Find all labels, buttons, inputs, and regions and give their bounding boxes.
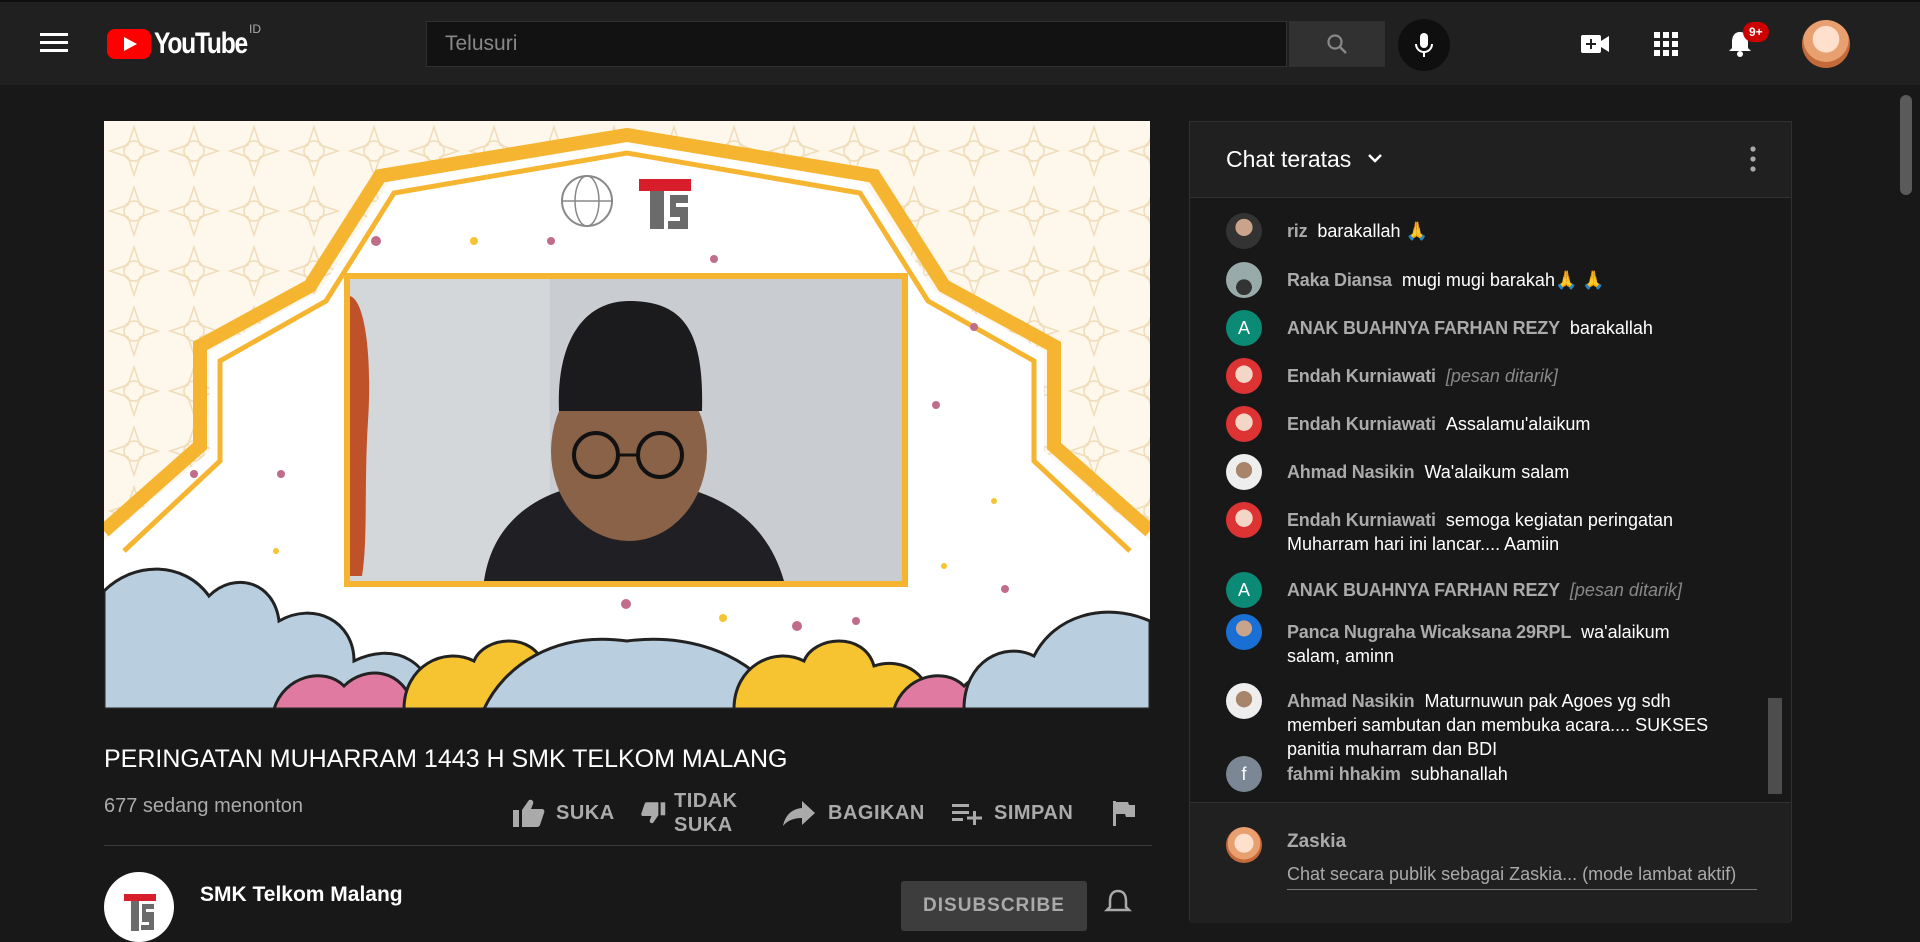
account-avatar[interactable] — [1802, 20, 1850, 68]
notification-badge: 9+ — [1743, 22, 1769, 42]
user-avatar[interactable] — [1226, 683, 1262, 719]
youtube-logo[interactable]: YouTube ID — [107, 22, 267, 60]
message-author[interactable]: Endah Kurniawati — [1287, 414, 1436, 434]
message-author[interactable]: ANAK BUAHNYA FARHAN REZY — [1287, 318, 1560, 338]
share-icon — [783, 801, 815, 826]
video-frame — [104, 121, 1150, 709]
menu-icon[interactable] — [40, 33, 68, 53]
message-text: Assalamu'alaikum — [1445, 414, 1591, 434]
user-avatar[interactable] — [1226, 454, 1262, 490]
message-text: [pesan ditarik] — [1569, 580, 1682, 600]
create-button[interactable] — [1577, 26, 1613, 62]
apps-button[interactable] — [1648, 26, 1684, 62]
share-button[interactable]: BAGIKAN — [782, 783, 925, 843]
divider — [104, 845, 1152, 846]
message-author[interactable]: Panca Nugraha Wicaksana 29RPL — [1287, 622, 1571, 642]
message-author[interactable]: riz — [1287, 221, 1308, 241]
composer-username: Zaskia — [1287, 831, 1347, 852]
message-text: [pesan ditarik] — [1445, 366, 1558, 386]
chat-input[interactable]: Chat secara publik sebagai Zaskia... (mo… — [1287, 861, 1757, 890]
logo-wordmark: YouTube — [154, 27, 248, 60]
page-scrollbar[interactable] — [1900, 95, 1912, 195]
save-button[interactable]: SIMPAN — [952, 783, 1073, 843]
message-author[interactable]: Endah Kurniawati — [1287, 510, 1436, 530]
search-input[interactable] — [427, 22, 1286, 66]
share-label: BAGIKAN — [828, 802, 925, 824]
report-button[interactable] — [1112, 783, 1136, 843]
search-icon — [1327, 34, 1347, 54]
webcam-feed — [350, 279, 902, 581]
user-avatar[interactable]: A — [1226, 310, 1262, 346]
video-camera-icon — [1581, 35, 1609, 53]
message-author[interactable]: Raka Diansa — [1287, 270, 1392, 290]
chevron-down-icon[interactable] — [1366, 149, 1384, 167]
dislike-label: TIDAK SUKA — [674, 789, 738, 837]
thumbs-down-icon — [641, 802, 666, 824]
user-avatar[interactable] — [1226, 213, 1262, 249]
message-text: mugi mugi barakah🙏 🙏 — [1401, 270, 1605, 290]
thumbs-up-icon — [513, 799, 545, 827]
message-author[interactable]: Endah Kurniawati — [1287, 366, 1436, 386]
user-avatar[interactable] — [1226, 502, 1262, 538]
playlist-add-icon — [952, 804, 982, 825]
live-chat-panel: Chat teratas riz barakallah 🙏 Raka Diansa… — [1189, 121, 1792, 923]
live-viewer-count: 677 sedang menonton — [104, 795, 304, 817]
message-text: barakallah — [1569, 318, 1653, 338]
user-avatar[interactable] — [1226, 614, 1262, 650]
message-author[interactable]: Ahmad Nasikin — [1287, 462, 1415, 482]
user-avatar[interactable]: f — [1226, 756, 1262, 792]
chat-message-list: riz barakallah 🙏 Raka Diansa mugi mugi bar… — [1190, 198, 1791, 800]
message-text: subhanallah — [1410, 764, 1508, 784]
message-text: Wa'alaikum salam — [1424, 462, 1570, 482]
chat-mode-selector[interactable]: Chat teratas — [1226, 146, 1351, 173]
chat-composer: Zaskia Chat secara publik sebagai Zaskia… — [1190, 802, 1791, 923]
channel-name[interactable]: SMK Telkom Malang — [200, 883, 403, 907]
play-logo-icon — [107, 29, 151, 59]
like-label: SUKA — [556, 802, 615, 824]
user-avatar[interactable] — [1226, 406, 1262, 442]
subscribe-button[interactable]: DISUBSCRIBE — [901, 881, 1087, 931]
masthead: YouTube ID 9+ — [0, 0, 1920, 85]
user-avatar[interactable] — [1226, 358, 1262, 394]
save-label: SIMPAN — [994, 802, 1074, 824]
more-options-icon[interactable] — [1748, 144, 1758, 174]
message-author[interactable]: Ahmad Nasikin — [1287, 691, 1415, 711]
channel-notification-button[interactable] — [1103, 888, 1133, 923]
like-button[interactable]: SUKA — [512, 783, 615, 843]
chat-scrollbar[interactable] — [1768, 698, 1782, 794]
message-author[interactable]: fahmi hhakim — [1287, 764, 1401, 784]
video-player[interactable] — [104, 121, 1150, 709]
flag-icon — [1113, 801, 1135, 826]
search-button[interactable] — [1289, 21, 1385, 67]
channel-avatar[interactable] — [104, 872, 174, 942]
search-box[interactable] — [426, 21, 1287, 67]
user-avatar[interactable] — [1226, 262, 1262, 298]
mic-icon — [1415, 33, 1433, 57]
apps-grid-icon — [1654, 32, 1678, 56]
composer-avatar — [1226, 827, 1262, 863]
message-author[interactable]: ANAK BUAHNYA FARHAN REZY — [1287, 580, 1560, 600]
school-logo-icon — [124, 894, 156, 931]
dislike-button[interactable]: TIDAK SUKA — [640, 783, 738, 843]
voice-search-button[interactable] — [1398, 19, 1450, 71]
country-code: ID — [249, 22, 261, 36]
dislike-label-line2: SUKA — [674, 814, 733, 836]
chat-header: Chat teratas — [1190, 122, 1791, 198]
dislike-label-line1: TIDAK — [674, 790, 738, 812]
user-avatar[interactable]: A — [1226, 572, 1262, 608]
video-title: PERINGATAN MUHARRAM 1443 H SMK TELKOM MA… — [104, 745, 788, 773]
message-text: barakallah 🙏 — [1317, 221, 1428, 241]
bell-outline-icon — [1103, 889, 1133, 912]
